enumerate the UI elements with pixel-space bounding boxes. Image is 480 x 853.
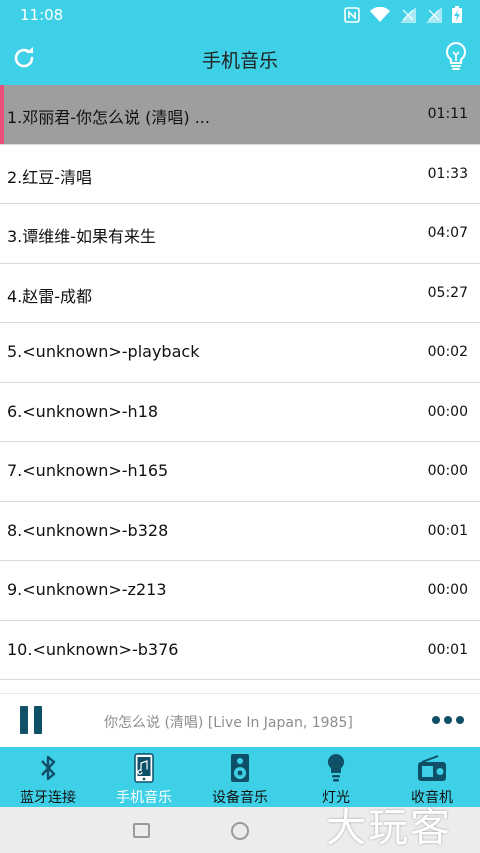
track-title: 3.谭维维-如果有来生: [7, 227, 157, 246]
speaker-icon: [231, 754, 249, 782]
track-title: 7.<unknown>-h165: [7, 461, 169, 480]
tab-bluetooth[interactable]: 蓝牙连接: [0, 747, 96, 807]
more-dots-icon: [456, 716, 464, 724]
track-row[interactable]: 7.<unknown>-h165 00:00: [0, 442, 480, 502]
track-row[interactable]: 3.谭维维-如果有来生 04:07: [0, 204, 480, 264]
tab-device-music[interactable]: 设备音乐: [192, 747, 288, 807]
track-title: 1.邓丽君-你怎么说 (清唱) ...: [7, 108, 210, 127]
recents-button[interactable]: [133, 823, 150, 838]
track-duration: 04:07: [427, 225, 468, 241]
status-time: 11:08: [20, 6, 64, 24]
track-duration: 00:00: [427, 403, 468, 420]
track-title: 2.红豆-清唱: [7, 167, 93, 187]
track-row[interactable]: 2.红豆-清唱 01:33: [0, 145, 480, 204]
track-list[interactable]: 1.邓丽君-你怎么说 (清唱) ... 01:11 2.红豆-清唱 01:33 …: [0, 85, 480, 693]
track-duration: 00:00: [427, 582, 468, 598]
lightbulb-icon: [445, 41, 467, 70]
wifi-icon: [370, 6, 390, 22]
track-title: 5.<unknown>-playback: [7, 342, 200, 361]
track-duration: 00:01: [427, 522, 468, 539]
player-bar: 你怎么说 (清唱) [Live In Japan, 1985]: [0, 693, 480, 747]
track-duration: 05:27: [427, 284, 468, 301]
track-title: 10.<unknown>-b376: [7, 639, 179, 659]
status-icons: [344, 6, 462, 23]
track-title: 4.赵雷-成都: [7, 286, 93, 306]
page-title: 手机音乐: [201, 50, 278, 72]
battery-charging-icon: [452, 6, 462, 23]
more-button[interactable]: [432, 716, 464, 724]
signal-icon: [400, 6, 416, 23]
track-duration: 01:33: [427, 165, 468, 182]
track-row[interactable]: 5.<unknown>-playback 00:02: [0, 323, 480, 383]
track-row[interactable]: 9.<unknown>-z213 00:00: [0, 561, 480, 621]
home-button[interactable]: [231, 822, 249, 840]
now-playing-title: 你怎么说 (清唱) [Live In Japan, 1985]: [104, 715, 353, 731]
track-row[interactable]: 4.赵雷-成都 05:27: [0, 264, 480, 323]
watermark-logo: 大玩客: [326, 805, 452, 851]
pause-button[interactable]: [20, 706, 44, 734]
more-dots-icon: [432, 716, 440, 724]
track-row[interactable]: 10.<unknown>-b376 00:01: [0, 621, 480, 680]
bluetooth-icon: [41, 755, 56, 781]
track-row[interactable]: 1.邓丽君-你怎么说 (清唱) ... 01:11: [0, 85, 480, 145]
pause-icon: [20, 706, 28, 734]
track-title: 8.<unknown>-b328: [7, 520, 169, 540]
more-dots-icon: [444, 716, 452, 724]
track-duration: 00:01: [427, 641, 468, 658]
track-duration: 00:02: [427, 344, 468, 360]
tab-label: 蓝牙连接: [20, 790, 76, 806]
track-row[interactable]: 6.<unknown>-h18 00:00: [0, 383, 480, 442]
signal-icon: [426, 6, 442, 23]
app-header: 手机音乐: [0, 30, 480, 85]
radio-icon: [418, 755, 446, 781]
track-duration: 01:11: [427, 106, 468, 122]
track-duration: 00:00: [427, 463, 468, 479]
track-row[interactable]: 8.<unknown>-b328 00:01: [0, 502, 480, 561]
tab-label: 手机音乐: [116, 790, 172, 806]
track-title: 9.<unknown>-z213: [7, 580, 167, 599]
tab-phone-music[interactable]: 手机音乐: [96, 747, 192, 807]
pause-icon: [34, 706, 42, 734]
track-title: 6.<unknown>-h18: [7, 401, 159, 421]
tab-label: 设备音乐: [212, 790, 268, 806]
light-button[interactable]: [442, 41, 470, 73]
status-bar: 11:08: [0, 0, 480, 30]
nfc-icon: [344, 6, 360, 23]
lightbulb-icon: [327, 753, 345, 782]
phone-music-icon: [134, 753, 154, 783]
